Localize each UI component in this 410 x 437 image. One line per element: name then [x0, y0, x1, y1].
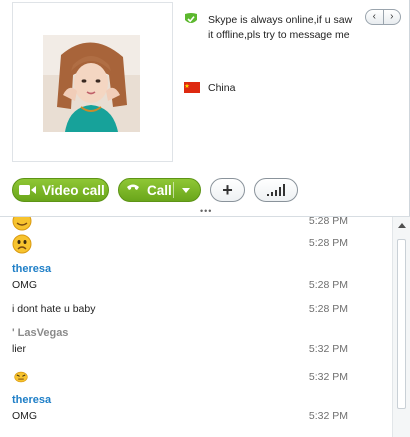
scroll-up-arrow-icon[interactable] [398, 223, 406, 228]
message-timestamp: 5:28 PM [308, 216, 348, 227]
chat-history[interactable]: 5:28 PM 5:28 PM theresa OMG 5:28 PM i do… [0, 216, 410, 437]
message-timestamp: 5:28 PM [308, 303, 348, 315]
call-button[interactable]: Call [118, 178, 201, 202]
message-timestamp: 5:32 PM [308, 371, 348, 383]
pager-prev-button[interactable]: ‹ [366, 10, 384, 24]
message-timestamp: 5:32 PM [308, 410, 348, 422]
call-quality-button[interactable] [254, 178, 298, 202]
sender-name[interactable]: theresa [12, 394, 51, 406]
add-to-conversation-button[interactable]: + [210, 178, 245, 202]
signal-bars-icon [267, 184, 285, 196]
resize-grip-icon[interactable]: ••• [200, 207, 212, 216]
chat-line-emoticon: 5:32 PM [0, 369, 386, 389]
profile-photo-image [43, 35, 140, 132]
angry-emoticon-icon [14, 371, 28, 383]
location-text: China [208, 82, 236, 94]
profile-photo-frame [12, 2, 173, 162]
pager-next-button[interactable]: › [384, 10, 401, 24]
worried-emoticon-icon [12, 234, 32, 254]
contact-profile-panel: Skype is always online,if u saw it offli… [0, 0, 410, 216]
message-timestamp: 5:32 PM [308, 343, 348, 355]
chat-message-row: OMG 5:32 PM [0, 410, 386, 426]
mood-text: Skype is always online,if u saw it offli… [208, 14, 353, 41]
message-text: OMG [12, 410, 38, 422]
add-icon: + [222, 179, 233, 200]
chat-sender-row: ' LasVegas [0, 327, 386, 343]
phone-icon [127, 184, 139, 190]
call-button-divider [173, 182, 174, 198]
chat-message-row: lier 5:32 PM [0, 343, 386, 359]
message-text: OMG [12, 279, 38, 291]
chat-line-emoticon: 5:28 PM [0, 216, 386, 231]
verified-check-icon [185, 13, 197, 23]
china-flag-icon [184, 82, 200, 93]
message-text: i dont hate u baby [12, 303, 96, 315]
scroll-thumb[interactable] [397, 239, 406, 409]
call-label: Call [147, 182, 172, 198]
profile-pager[interactable]: ‹ › [365, 9, 401, 25]
video-camera-icon [19, 185, 36, 195]
sender-name[interactable]: theresa [12, 263, 51, 275]
chat-message-row: OMG 5:28 PM [0, 279, 386, 295]
sender-name[interactable]: ' LasVegas [12, 327, 68, 339]
chat-message-row: i dont hate u baby 5:28 PM [0, 303, 386, 319]
chat-scrollbar[interactable] [392, 217, 410, 437]
profile-photo[interactable] [43, 35, 140, 132]
message-timestamp: 5:28 PM [308, 279, 348, 291]
video-call-label: Video call [42, 182, 105, 198]
chat-sender-row: theresa [0, 263, 386, 279]
message-text: lier [12, 343, 27, 355]
sweat-smile-emoticon-icon [12, 217, 32, 231]
chat-sender-row: theresa [0, 394, 386, 410]
call-dropdown-arrow-icon[interactable] [182, 188, 190, 193]
video-call-button[interactable]: Video call [12, 178, 109, 202]
message-timestamp: 5:28 PM [308, 237, 348, 249]
chat-line-emoticon: 5:28 PM [0, 234, 386, 256]
